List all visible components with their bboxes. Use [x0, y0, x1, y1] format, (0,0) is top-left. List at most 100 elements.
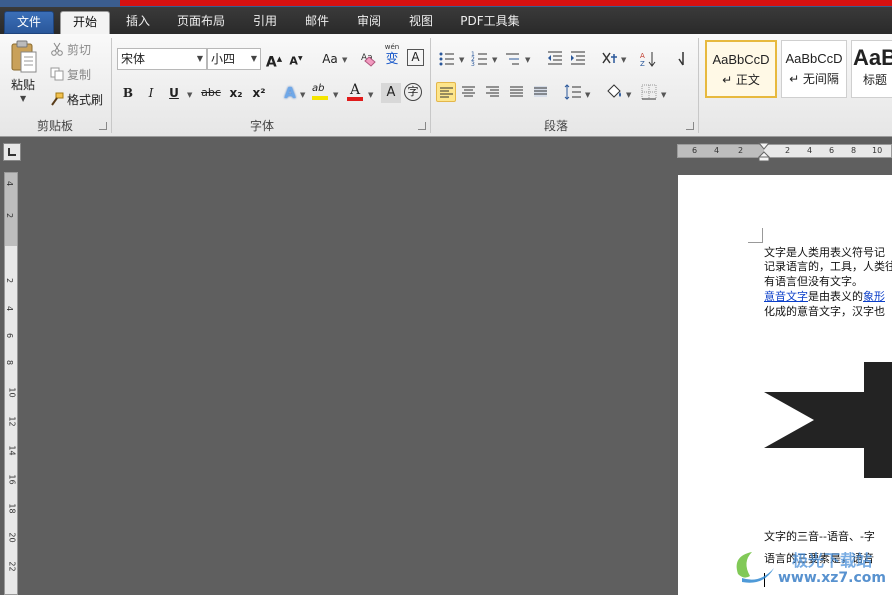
- multilevel-list-icon: [506, 53, 519, 65]
- strikethrough-button[interactable]: abc: [199, 83, 223, 103]
- justify-button[interactable]: [507, 82, 527, 102]
- style-no-spacing-sample: AaBbCcD: [785, 51, 843, 66]
- chevron-down-icon[interactable]: ▼: [459, 56, 464, 64]
- align-left-icon: [440, 87, 453, 98]
- multilevel-list-button[interactable]: [503, 49, 523, 69]
- ruler-tick-label: 16: [7, 474, 17, 485]
- doc-text-line[interactable]: 意音文字是由表义的象形: [764, 290, 885, 303]
- vertical-ruler[interactable]: 4 2 2 4 6 8 10 12 14 16 18 20 22: [4, 172, 18, 595]
- chevron-down-icon[interactable]: ▼: [342, 56, 347, 64]
- indent-marker-icon[interactable]: [758, 142, 770, 162]
- title-bar: [0, 0, 892, 7]
- font-group-label: 字体: [249, 119, 274, 133]
- phonetic-guide-button[interactable]: wén 变: [382, 43, 402, 70]
- tab-page-layout[interactable]: 页面布局: [166, 11, 236, 34]
- doc-text-line[interactable]: 化成的意音文字，汉字也: [764, 305, 885, 318]
- chinese-layout-icon: [602, 52, 617, 64]
- underline-button[interactable]: U: [164, 83, 184, 103]
- chevron-down-icon: ▼: [250, 54, 257, 63]
- paste-icon[interactable]: [9, 40, 39, 74]
- bullets-button[interactable]: [437, 49, 457, 69]
- paste-button[interactable]: 粘贴: [11, 76, 35, 93]
- style-heading-sample: AaB: [852, 45, 892, 70]
- tab-references[interactable]: 引用: [242, 11, 288, 34]
- chevron-down-icon[interactable]: ▼: [187, 91, 192, 99]
- superscript-button[interactable]: x²: [249, 83, 269, 103]
- ribbon: 粘贴 ▼ 剪切 复制 格式刷 剪贴板 宋体 ▼ 小四 ▼ A▲ A▼ Aa ▼ …: [0, 34, 892, 137]
- tab-mailings[interactable]: 邮件: [294, 11, 340, 34]
- shading-button[interactable]: [604, 82, 624, 102]
- chinese-layout-button[interactable]: [600, 49, 620, 69]
- chevron-down-icon[interactable]: ▼: [661, 91, 666, 99]
- chevron-down-icon[interactable]: ▼: [525, 56, 530, 64]
- bold-button[interactable]: B: [118, 83, 138, 103]
- arrow-shape[interactable]: [764, 362, 892, 478]
- doc-text-line[interactable]: 有语言但没有文字。: [764, 275, 863, 288]
- chevron-down-icon[interactable]: ▼: [626, 91, 631, 99]
- paste-dropdown-icon[interactable]: ▼: [20, 94, 26, 103]
- doc-text-line[interactable]: 文字的三音--语音、-字: [764, 530, 875, 543]
- align-left-button[interactable]: [436, 82, 456, 102]
- font-color-bar: [347, 97, 363, 101]
- ruler-tick-label: 4: [5, 305, 15, 312]
- text-effects-button[interactable]: A: [280, 83, 300, 103]
- italic-button[interactable]: I: [141, 83, 161, 103]
- increase-indent-button[interactable]: [568, 49, 588, 69]
- chevron-down-icon[interactable]: ▼: [333, 91, 338, 99]
- chevron-down-icon[interactable]: ▼: [300, 91, 305, 99]
- font-color-button[interactable]: A: [345, 81, 365, 103]
- tab-selector-button[interactable]: [3, 143, 21, 161]
- align-right-button[interactable]: [483, 82, 503, 102]
- sort-button[interactable]: AZ: [639, 49, 659, 69]
- hyperlink[interactable]: 象形: [863, 290, 885, 303]
- clear-formatting-button[interactable]: Aa: [358, 49, 378, 69]
- font-launcher-icon[interactable]: [418, 122, 426, 130]
- decrease-indent-button[interactable]: [545, 49, 565, 69]
- character-shading-button[interactable]: A: [381, 83, 401, 103]
- tab-file[interactable]: 文件: [4, 11, 54, 34]
- subscript-button[interactable]: x₂: [226, 83, 246, 103]
- style-normal[interactable]: AaBbCcD ↵ 正文: [705, 40, 777, 98]
- distribute-icon: [534, 86, 547, 97]
- shrink-font-button[interactable]: A▼: [286, 49, 306, 69]
- style-heading[interactable]: AaB 标题: [851, 40, 892, 98]
- horizontal-ruler[interactable]: 6 4 2 2 4 6 8 10: [677, 142, 892, 162]
- align-center-button[interactable]: [459, 82, 479, 102]
- chevron-down-icon[interactable]: ▼: [585, 91, 590, 99]
- tab-home[interactable]: 开始: [60, 11, 110, 34]
- chevron-down-icon[interactable]: ▼: [621, 56, 626, 64]
- font-name-value: 宋体: [121, 52, 146, 66]
- tab-view[interactable]: 视图: [398, 11, 444, 34]
- font-size-combo[interactable]: 小四 ▼: [207, 48, 261, 70]
- grow-font-button[interactable]: A▲: [264, 49, 284, 71]
- change-case-button[interactable]: Aa: [318, 49, 342, 69]
- ruler-tick-label: 2: [5, 212, 15, 219]
- tab-insert[interactable]: 插入: [115, 11, 161, 34]
- paragraph-launcher-icon[interactable]: [686, 122, 694, 130]
- line-spacing-button[interactable]: [563, 82, 583, 102]
- style-no-spacing[interactable]: AaBbCcD ↵ 无间隔: [781, 40, 847, 98]
- font-name-combo[interactable]: 宋体 ▼: [117, 48, 207, 70]
- ruler-tick-label: 10: [872, 146, 883, 155]
- numbering-button[interactable]: 123: [470, 49, 490, 69]
- hyperlink[interactable]: 意音文字: [764, 290, 808, 303]
- copy-button[interactable]: 复制: [50, 65, 91, 85]
- svg-text:3: 3: [471, 61, 475, 68]
- doc-text-line[interactable]: 文字是人类用表义符号记: [764, 246, 885, 259]
- format-painter-button[interactable]: 格式刷: [50, 90, 103, 110]
- character-border-button[interactable]: A: [407, 49, 424, 66]
- tab-pdf-tools[interactable]: PDF工具集: [450, 11, 530, 34]
- show-marks-button[interactable]: [672, 49, 692, 69]
- chevron-down-icon[interactable]: ▼: [492, 56, 497, 64]
- chevron-down-icon: ▼: [196, 54, 203, 63]
- distributed-button[interactable]: [531, 82, 551, 102]
- cut-button[interactable]: 剪切: [50, 40, 91, 60]
- clipboard-launcher-icon[interactable]: [99, 122, 107, 130]
- enclose-characters-button[interactable]: 字: [404, 83, 422, 101]
- highlight-button[interactable]: ab: [310, 81, 330, 103]
- shrink-font-glyph: A: [289, 54, 298, 68]
- tab-review[interactable]: 审阅: [346, 11, 392, 34]
- doc-text-line[interactable]: 记录语言的，工具，人类往: [764, 260, 892, 273]
- chevron-down-icon[interactable]: ▼: [368, 91, 373, 99]
- borders-button[interactable]: [639, 82, 659, 102]
